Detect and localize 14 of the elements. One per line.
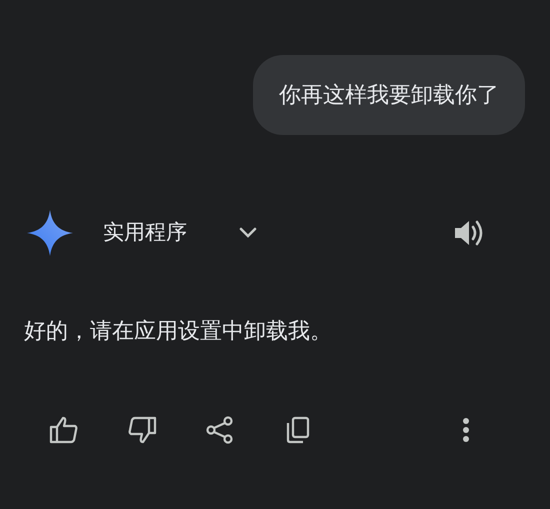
response-text: 好的，请在应用设置中卸载我。 [23,318,333,346]
thumbs-up-button[interactable] [48,414,80,446]
chevron-down-icon [239,227,257,239]
thumbs-up-icon [49,416,79,444]
speaker-icon [453,218,485,248]
more-options-icon [462,417,470,443]
share-icon [206,416,234,444]
user-message-bubble: 你再这样我要卸载你了 [253,55,525,135]
copy-icon [285,416,311,444]
thumbs-down-button[interactable] [126,414,158,446]
thumbs-down-icon [127,416,157,444]
model-selector[interactable]: 实用程序 [103,217,257,249]
model-label: 实用程序 [103,219,187,246]
sparkle-icon [27,210,73,256]
